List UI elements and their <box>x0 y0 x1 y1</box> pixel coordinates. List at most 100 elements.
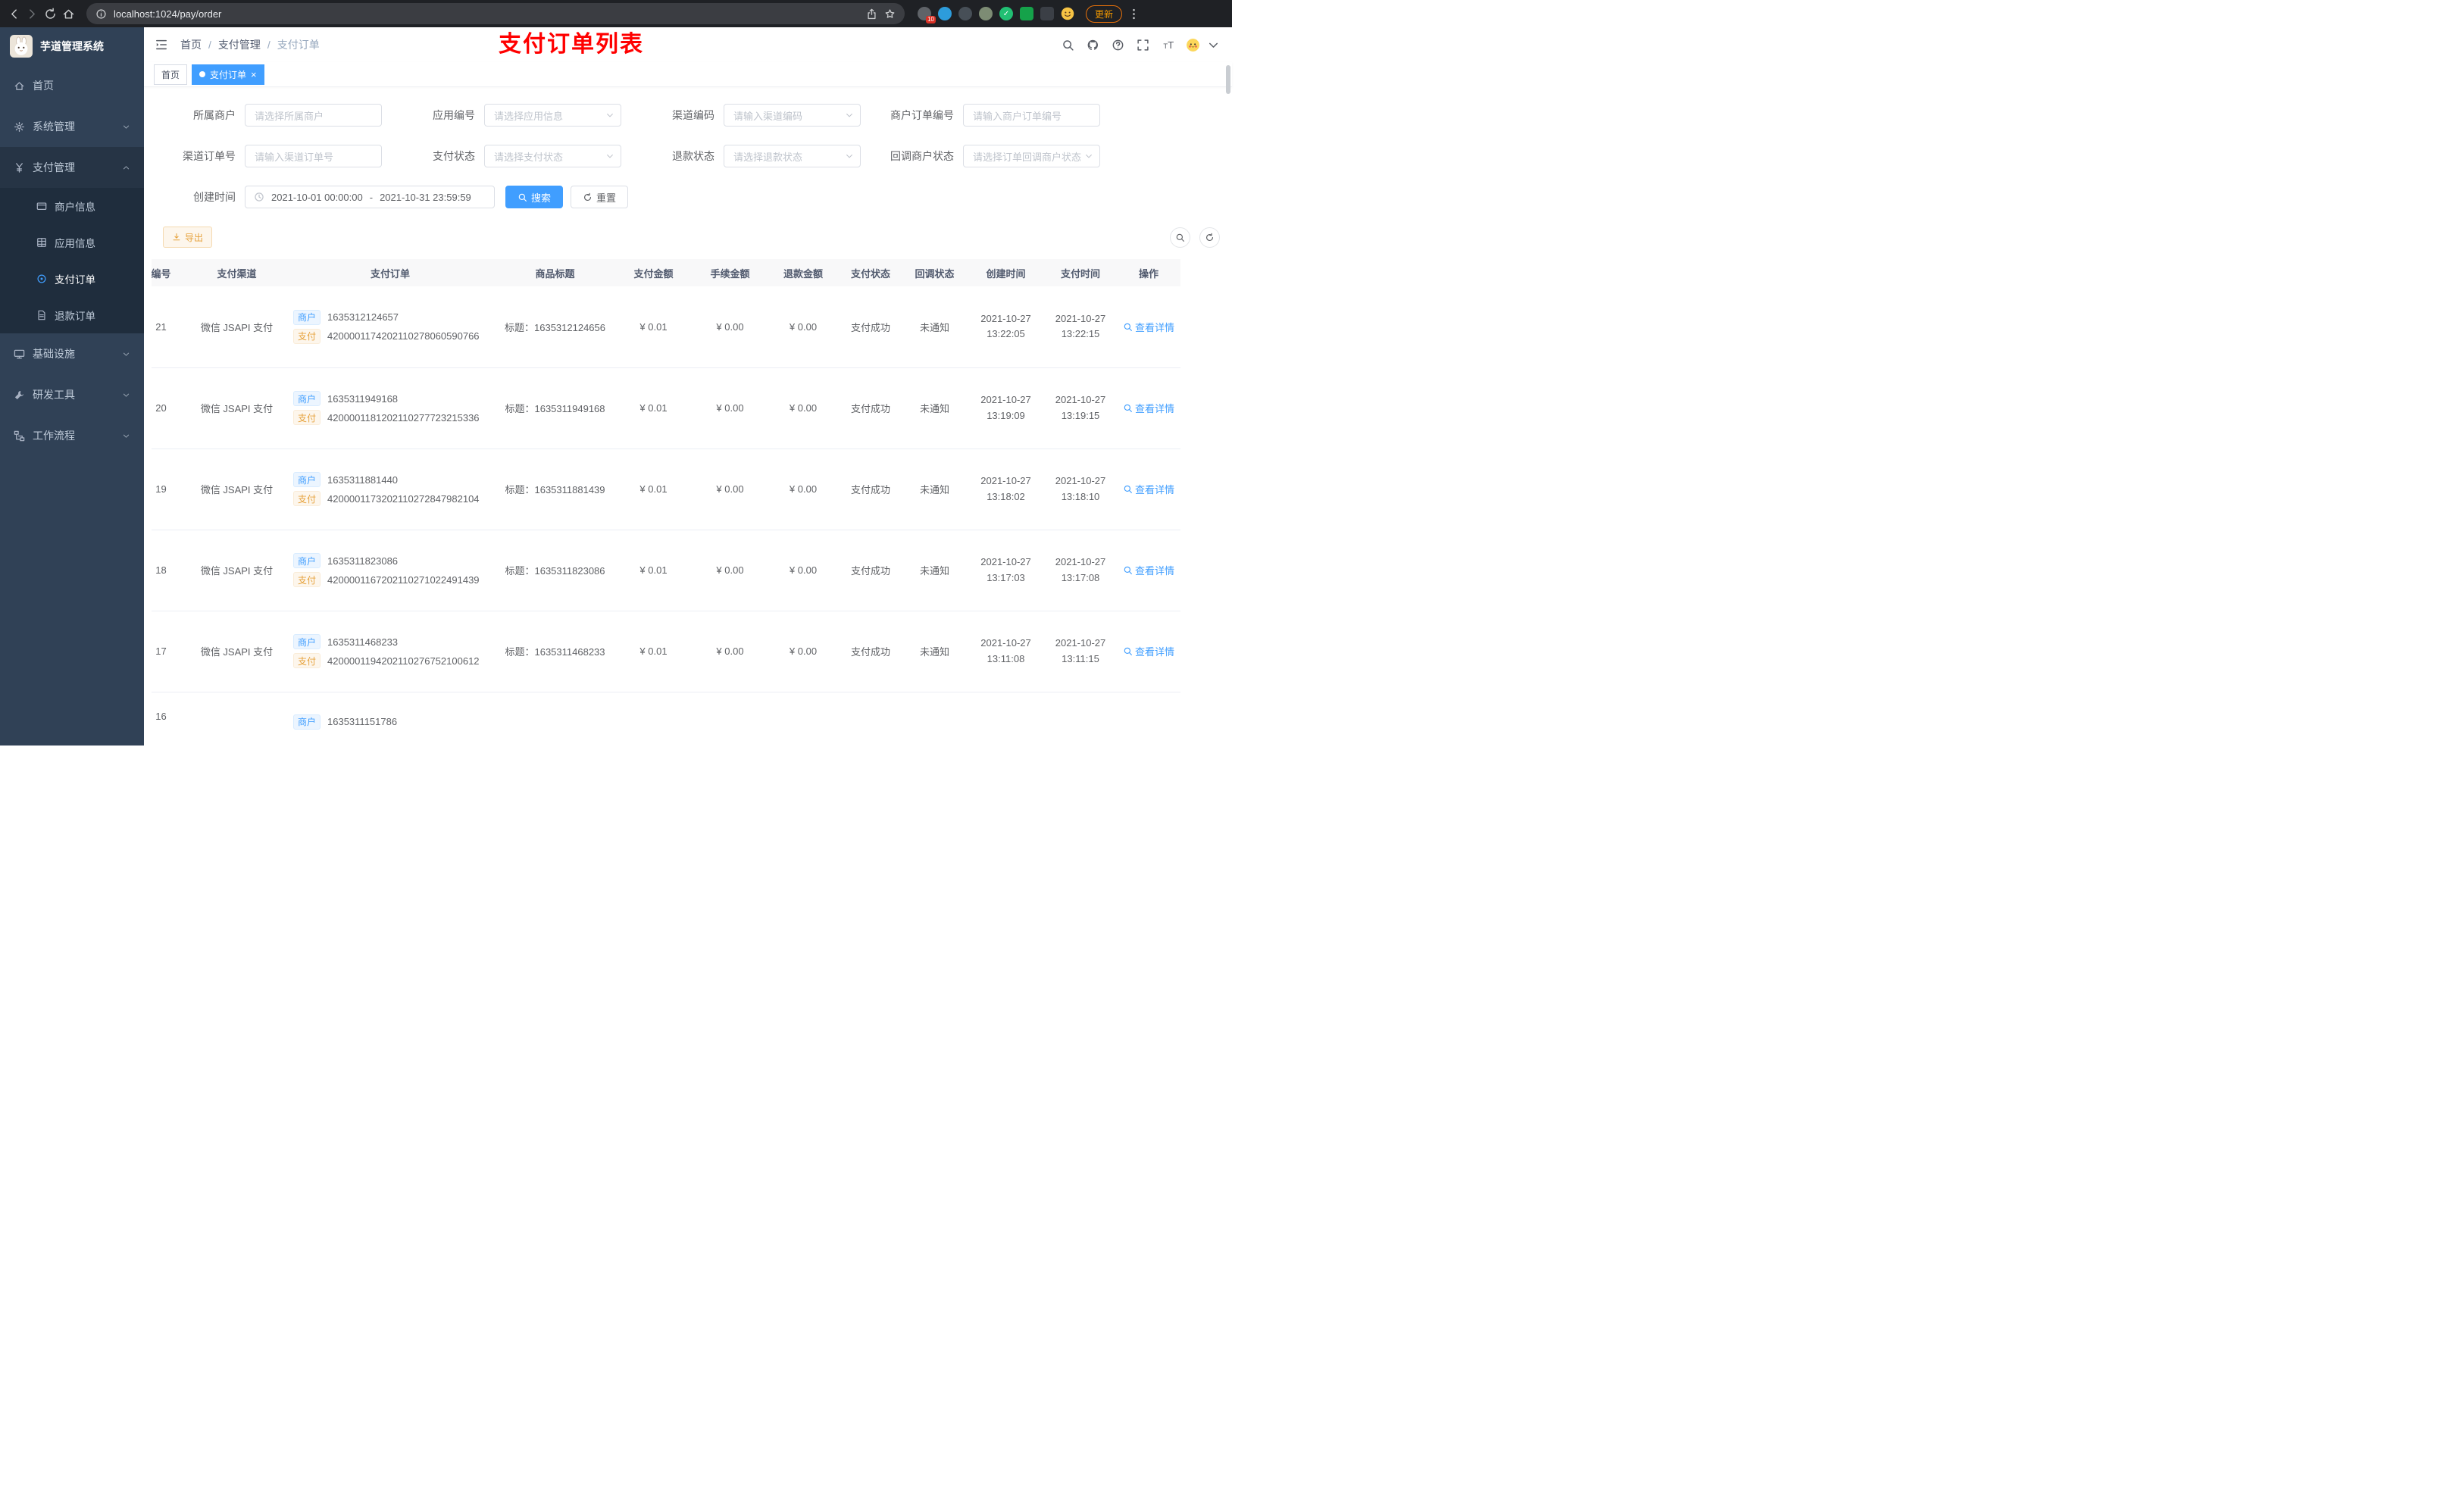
filter-select-0-2[interactable]: 请输入渠道编码 <box>724 104 861 127</box>
pay-order-no: 4200001167202110271022491439 <box>327 574 480 586</box>
notify-status-cell: 未通知 <box>902 367 968 449</box>
view-detail-link[interactable]: 查看详情 <box>1123 401 1174 415</box>
chevron-up-icon <box>122 164 130 172</box>
create-time-cell: 2021-10-27 13:18:02 <box>968 449 1044 530</box>
extension-drop-icon[interactable] <box>938 7 952 20</box>
table-body: 21 微信 JSAPI 支付 商户 1635312124657 支付 4200001174… <box>152 286 1180 746</box>
refresh-table-button[interactable] <box>1199 227 1220 248</box>
filter-input-0-3[interactable]: 请输入商户订单编号 <box>963 104 1100 127</box>
scrollbar-thumb[interactable] <box>1226 65 1230 94</box>
extension-square-icon[interactable] <box>1020 7 1033 20</box>
user-avatar[interactable] <box>1187 38 1199 52</box>
sidebar-item-2[interactable]: 支付管理 <box>0 147 144 188</box>
pay-order-line: 支付 4200001173202110272847982104 <box>293 491 493 506</box>
time-line: 13:11:15 <box>1062 652 1099 664</box>
avatar-caret-icon[interactable] <box>1207 39 1220 52</box>
filter-select-1-1[interactable]: 请选择支付状态 <box>484 145 621 167</box>
browser-back-button[interactable] <box>8 8 20 20</box>
filter-input-1-0[interactable]: 请输入渠道订单号 <box>245 145 382 167</box>
address-bar[interactable]: localhost:1024/pay/order <box>86 3 905 24</box>
search-icon <box>1123 646 1133 656</box>
tab-close-icon[interactable]: × <box>251 70 257 80</box>
filter-field: 渠道编码 请输入渠道编码 <box>630 104 870 127</box>
help-icon[interactable] <box>1112 39 1124 52</box>
pay-order-line: 支付 4200001194202110276752100612 <box>293 653 493 668</box>
sidebar-item-5[interactable]: 支付订单 <box>0 261 144 297</box>
sidebar-item-6[interactable]: 退款订单 <box>0 297 144 333</box>
bookmark-star-icon[interactable] <box>884 8 896 20</box>
merchant-order-no: 1635311823086 <box>327 555 399 567</box>
date-line: 2021-10-27 <box>980 394 1031 406</box>
filter-select-1-3[interactable]: 请选择订单回调商户状态 <box>963 145 1100 167</box>
reset-button-label: 重置 <box>596 192 617 204</box>
view-detail-link[interactable]: 查看详情 <box>1123 563 1174 577</box>
fullscreen-icon[interactable] <box>1137 39 1149 52</box>
browser-forward-button[interactable] <box>26 8 39 20</box>
placeholder-text: 请输入渠道订单号 <box>255 151 334 163</box>
sidebar-item-1[interactable]: 系统管理 <box>0 106 144 147</box>
create-time-cell: 2021-10-27 13:19:09 <box>968 367 1044 449</box>
toggle-search-button[interactable] <box>1170 227 1190 248</box>
notify-status-cell: 未通知 <box>902 611 968 692</box>
order-id-cell: 19 <box>152 449 189 530</box>
tab-0[interactable]: 首页 <box>154 64 188 85</box>
extension-pin-icon[interactable] <box>1040 7 1054 20</box>
column-header: 支付订单 <box>284 259 496 286</box>
pay-tag: 支付 <box>293 328 321 344</box>
filter-select-1-2[interactable]: 请选择退款状态 <box>724 145 861 167</box>
sidebar-item-7[interactable]: 基础设施 <box>0 333 144 374</box>
header-search-icon[interactable] <box>1062 39 1074 52</box>
filter-row: 所属商户 请选择所属商户 应用编号 请选择应用信息 渠道编码 请输入渠道编码 商户订单编号 请… <box>152 104 1224 127</box>
extension-icon-olive[interactable] <box>979 7 993 20</box>
browser-menu-icon[interactable] <box>1127 8 1140 20</box>
date-start-value: 2021-10-01 00:00:00 <box>271 191 363 203</box>
filter-select-0-1[interactable]: 请选择应用信息 <box>484 104 621 127</box>
action-cell: 查看详情 <box>1117 367 1180 449</box>
breadcrumb-item[interactable]: 支付管理 <box>218 37 261 52</box>
merchant-order-no: 1635312124657 <box>327 311 399 324</box>
browser-home-button[interactable] <box>62 8 75 20</box>
share-icon[interactable] <box>866 8 877 20</box>
merchant-order-line: 商户 1635311151786 <box>293 714 493 730</box>
view-detail-link[interactable]: 查看详情 <box>1123 644 1174 658</box>
site-info-icon[interactable] <box>95 8 107 20</box>
reset-button[interactable]: 重置 <box>571 186 629 208</box>
view-detail-link[interactable]: 查看详情 <box>1123 482 1174 496</box>
extension-check-icon[interactable]: ✓ <box>999 7 1013 20</box>
extensions-area: 10 ✓ <box>918 7 1074 23</box>
pay-order-no: 4200001194202110276752100612 <box>327 655 480 667</box>
filter-label: 所属商户 <box>193 109 236 121</box>
column-header: 手续金额 <box>693 259 767 286</box>
tab-1[interactable]: 支付订单 × <box>192 64 264 85</box>
export-button[interactable]: 导出 <box>163 227 213 248</box>
sidebar-item-4[interactable]: 应用信息 <box>0 224 144 261</box>
search-icon <box>1123 322 1133 332</box>
filter-input-0-0[interactable]: 请选择所属商户 <box>245 104 382 127</box>
sidebar: 芋道管理系统 首页 系统管理 支付管理 商户信息 应用信息 支付订单 退款订单 基础设施 研发工… <box>0 27 144 746</box>
column-header: 支付渠道 <box>189 259 284 286</box>
merchant-tag: 商户 <box>293 309 321 325</box>
extension-puzzle-icon[interactable]: 10 <box>918 7 936 23</box>
sidebar-item-3[interactable]: 商户信息 <box>0 188 144 224</box>
view-detail-link[interactable]: 查看详情 <box>1123 320 1174 334</box>
browser-reload-button[interactable] <box>44 8 57 20</box>
search-button[interactable]: 搜索 <box>505 186 564 208</box>
pay-amount-cell: ¥ 0.01 <box>614 611 693 692</box>
date-line: 2021-10-27 <box>1055 637 1106 649</box>
search-icon <box>1123 484 1133 494</box>
extension-icon-dark[interactable] <box>958 7 972 20</box>
breadcrumb-item[interactable]: 首页 <box>180 37 202 52</box>
sidebar-toggle-icon[interactable] <box>155 38 168 52</box>
date-range-picker[interactable]: 2021-10-01 00:00:00 - 2021-10-31 23:59:5… <box>245 186 495 208</box>
view-detail-label: 查看详情 <box>1134 403 1174 414</box>
merchant-tag: 商户 <box>293 391 321 406</box>
browser-profile-avatar[interactable] <box>1061 7 1074 20</box>
github-icon[interactable] <box>1087 39 1099 52</box>
sidebar-item-9[interactable]: 工作流程 <box>0 415 144 456</box>
font-size-icon[interactable]: TT <box>1162 39 1174 52</box>
browser-update-button[interactable]: 更新 <box>1086 5 1123 23</box>
sidebar-item-8[interactable]: 研发工具 <box>0 374 144 415</box>
merchant-order-no: 1635311151786 <box>327 716 398 727</box>
tab-label: 首页 <box>161 69 180 80</box>
sidebar-item-0[interactable]: 首页 <box>0 65 144 106</box>
